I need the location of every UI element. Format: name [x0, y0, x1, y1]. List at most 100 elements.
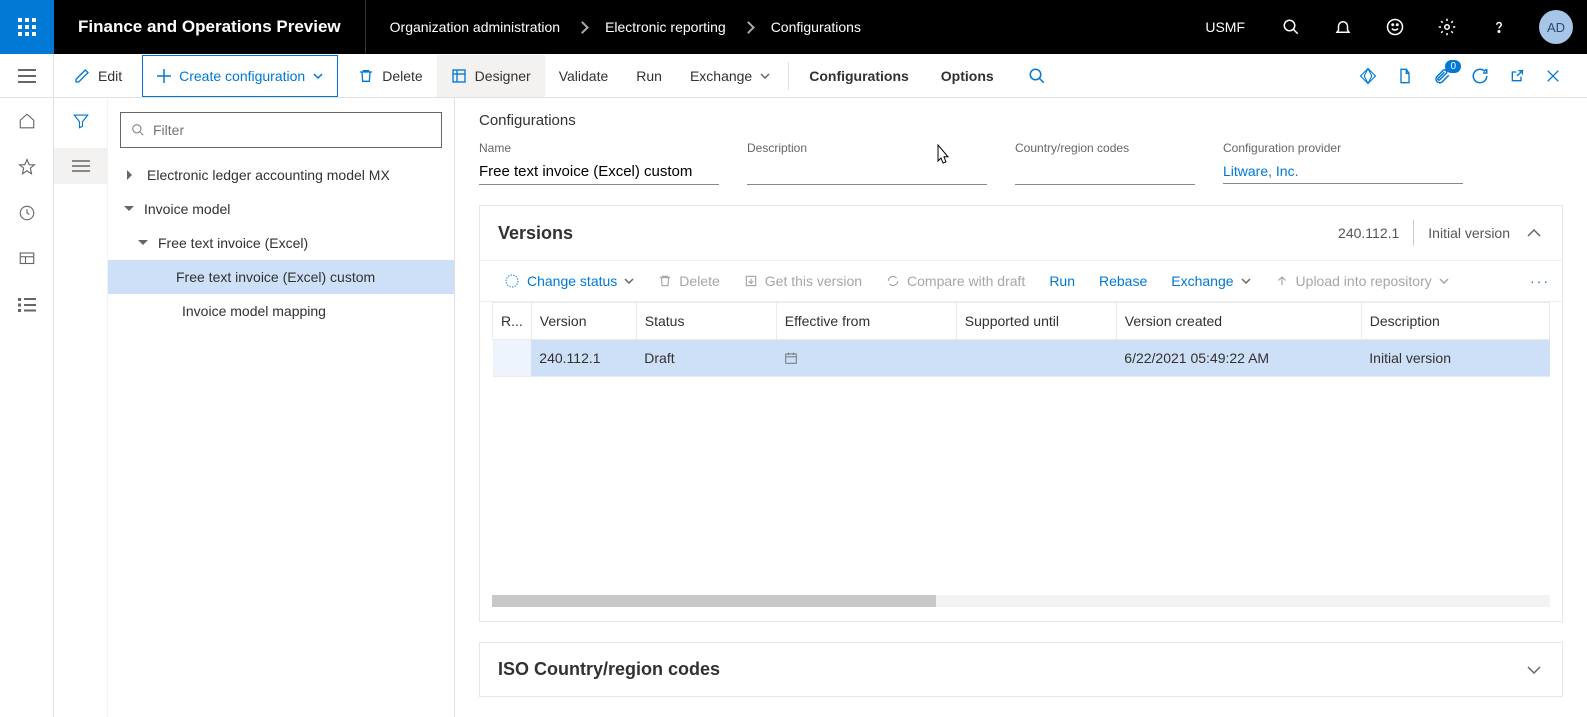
version-run-button[interactable]: Run [1037, 269, 1087, 293]
company-code[interactable]: USMF [1185, 19, 1265, 35]
country-input[interactable] [1015, 163, 1195, 180]
col-desc[interactable]: Description [1361, 303, 1549, 340]
search-icon[interactable] [1028, 67, 1046, 85]
get-version-button[interactable]: Get this version [732, 269, 874, 293]
get-label: Get this version [765, 273, 862, 289]
crumb-2[interactable]: Configurations [771, 19, 861, 35]
funnel-icon[interactable] [72, 112, 90, 130]
tree-node[interactable]: Invoice model [120, 192, 442, 226]
delete-label: Delete [382, 68, 422, 84]
caret-closed-icon [127, 170, 137, 180]
cell-supp[interactable] [956, 340, 1116, 377]
scroll-thumb[interactable] [492, 595, 936, 607]
caret-open-icon [138, 240, 148, 250]
tree-node-selected[interactable]: Free text invoice (Excel) custom [108, 260, 454, 294]
topbar-right: USMF AD [1185, 0, 1587, 54]
search-icon [131, 123, 145, 137]
cell-status[interactable]: Draft [636, 340, 776, 377]
list-icon[interactable] [54, 148, 108, 184]
table-row[interactable]: 240.112.1 Draft 6/22/2021 05:49:22 AM In… [493, 340, 1550, 377]
star-icon[interactable] [0, 144, 54, 190]
home-icon[interactable] [0, 98, 54, 144]
tree-node[interactable]: Electronic ledger accounting model MX [120, 158, 442, 192]
popout-icon[interactable] [1509, 68, 1525, 84]
tab-configurations[interactable]: Configurations [793, 55, 925, 97]
version-number: 240.112.1 [1338, 225, 1399, 241]
nav-rail [0, 98, 54, 717]
avatar[interactable]: AD [1539, 10, 1573, 44]
validate-button[interactable]: Validate [545, 55, 623, 97]
edit-button[interactable]: Edit [60, 55, 136, 97]
version-exchange-button[interactable]: Exchange [1159, 269, 1262, 293]
gear-icon[interactable] [1421, 0, 1473, 54]
cell-version[interactable]: 240.112.1 [531, 340, 636, 377]
tree-node[interactable]: Invoice model mapping [120, 294, 442, 328]
exchange-button[interactable]: Exchange [676, 55, 784, 97]
compare-icon [886, 274, 900, 288]
col-version[interactable]: Version [531, 303, 636, 340]
refresh-icon[interactable] [1471, 67, 1489, 85]
bell-icon[interactable] [1317, 0, 1369, 54]
cell-desc[interactable]: Initial version [1361, 340, 1549, 377]
run-label: Run [1049, 273, 1075, 289]
chevron-down-icon[interactable] [1524, 660, 1544, 680]
tree-node[interactable]: Free text invoice (Excel) [120, 226, 442, 260]
filter-box[interactable] [120, 112, 442, 148]
chevron-up-icon[interactable] [1524, 223, 1544, 243]
hamburger-icon[interactable] [0, 54, 54, 97]
row-selector[interactable] [493, 340, 532, 377]
iso-header[interactable]: ISO Country/region codes [480, 643, 1562, 696]
close-icon[interactable] [1545, 68, 1561, 84]
h-scrollbar[interactable] [492, 595, 1550, 607]
cell-eff[interactable] [776, 340, 956, 377]
col-status[interactable]: Status [636, 303, 776, 340]
modules-icon[interactable] [0, 282, 54, 328]
crumb-1[interactable]: Electronic reporting [605, 19, 726, 35]
filter-input[interactable] [153, 122, 431, 138]
details-row: Name Description Country/region codes Co… [479, 141, 1563, 185]
waffle-icon[interactable] [0, 0, 54, 54]
versions-header[interactable]: Versions 240.112.1 Initial version [480, 206, 1562, 260]
upload-icon [1275, 274, 1289, 288]
col-supp[interactable]: Supported until [956, 303, 1116, 340]
chevron-down-icon [760, 73, 770, 79]
workspace-icon[interactable] [0, 236, 54, 282]
field-provider: Configuration provider Litware, Inc. [1223, 141, 1463, 185]
name-input[interactable] [479, 163, 719, 180]
document-icon[interactable] [1397, 67, 1413, 85]
attachment-icon[interactable]: 0 [1433, 67, 1451, 85]
search-icon[interactable] [1265, 0, 1317, 54]
smile-icon[interactable] [1369, 0, 1421, 54]
delete-label: Delete [679, 273, 719, 289]
create-configuration-button[interactable]: Create configuration [142, 55, 338, 97]
diamond-icon[interactable] [1359, 67, 1377, 85]
tab-options[interactable]: Options [925, 55, 1010, 97]
col-eff[interactable]: Effective from [776, 303, 956, 340]
main-pane: Configurations Name Description Country/… [455, 98, 1587, 717]
more-button[interactable]: ··· [1530, 273, 1550, 289]
rebase-button[interactable]: Rebase [1087, 269, 1159, 293]
chevron-right-icon [742, 21, 755, 34]
grid-empty [480, 377, 1562, 587]
upload-label: Upload into repository [1296, 273, 1432, 289]
help-icon[interactable] [1473, 0, 1525, 54]
cell-created[interactable]: 6/22/2021 05:49:22 AM [1116, 340, 1361, 377]
exchange-label: Exchange [1171, 273, 1233, 289]
crumb-0[interactable]: Organization administration [390, 19, 560, 35]
upload-button[interactable]: Upload into repository [1263, 269, 1461, 293]
versions-toolbar: Change status Delete Get this version Co… [480, 260, 1562, 302]
calendar-icon[interactable] [784, 351, 798, 365]
tree-pane: Electronic ledger accounting model MX In… [108, 98, 455, 717]
provider-link[interactable]: Litware, Inc. [1223, 163, 1298, 179]
clock-icon[interactable] [0, 190, 54, 236]
col-created[interactable]: Version created [1116, 303, 1361, 340]
run-button[interactable]: Run [622, 55, 676, 97]
separator [788, 62, 789, 90]
compare-button[interactable]: Compare with draft [874, 269, 1037, 293]
delete-button[interactable]: Delete [344, 55, 436, 97]
description-input[interactable] [747, 163, 987, 180]
change-status-button[interactable]: Change status [492, 269, 646, 293]
col-r[interactable]: R... [493, 303, 532, 340]
version-delete-button[interactable]: Delete [646, 269, 731, 293]
designer-button[interactable]: Designer [437, 55, 545, 97]
